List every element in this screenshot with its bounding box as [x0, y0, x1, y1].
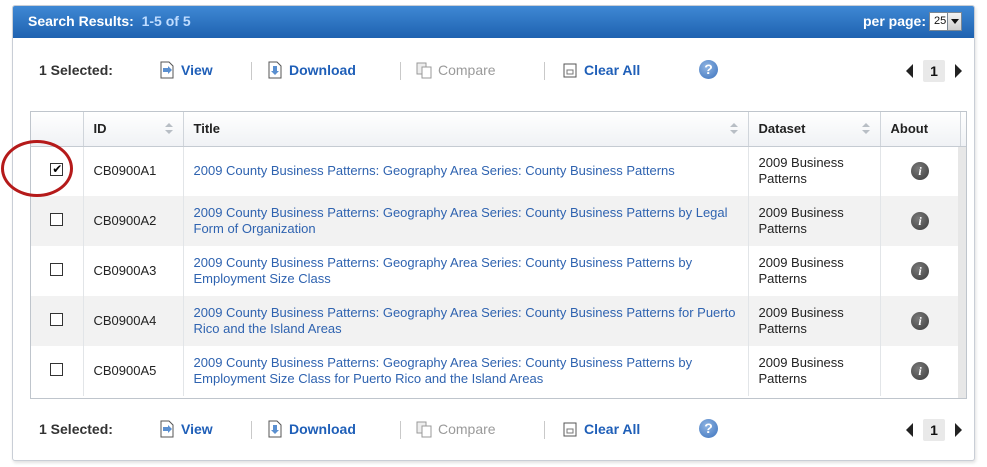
- table-row: CB0900A5 2009 County Business Patterns: …: [31, 346, 966, 396]
- pagination: 1: [906, 419, 962, 441]
- next-page-icon[interactable]: [955, 423, 962, 437]
- clear-all-button[interactable]: Clear All: [562, 58, 640, 82]
- toolbar-divider: [544, 421, 545, 439]
- previous-page-icon[interactable]: [906, 423, 913, 437]
- toolbar-bottom: 1 Selected: View Download Compare Clear …: [13, 411, 974, 447]
- download-label: Download: [289, 62, 356, 78]
- clear-all-label: Clear All: [584, 62, 641, 78]
- info-icon[interactable]: i: [911, 262, 929, 280]
- selected-count: 1 Selected:: [39, 421, 113, 437]
- view-button[interactable]: View: [159, 58, 213, 82]
- column-header-dataset[interactable]: Dataset: [748, 112, 881, 147]
- download-label: Download: [289, 421, 356, 437]
- table-header-row: ID Title Dataset About: [31, 112, 966, 147]
- results-table: ID Title Dataset About CB0900A1 2009 Cou…: [30, 111, 967, 399]
- info-icon[interactable]: i: [911, 162, 929, 181]
- title-header-label: Title: [193, 121, 221, 137]
- current-page[interactable]: 1: [923, 419, 945, 441]
- compare-button[interactable]: Compare: [416, 58, 496, 82]
- sort-icon[interactable]: [861, 123, 870, 135]
- row-checkbox[interactable]: [50, 312, 64, 326]
- dataset-header-label: Dataset: [758, 121, 806, 137]
- row-id: CB0900A2: [83, 196, 184, 246]
- view-icon: [159, 61, 175, 79]
- pagination: 1: [906, 60, 962, 82]
- row-id: CB0900A4: [83, 296, 184, 346]
- clear-all-label: Clear All: [584, 421, 641, 437]
- row-dataset: 2009 Business Patterns: [748, 196, 881, 246]
- dropdown-arrow-icon[interactable]: [947, 13, 961, 30]
- row-id: CB0900A3: [83, 246, 184, 296]
- toolbar-divider: [544, 62, 545, 80]
- row-checkbox[interactable]: [50, 212, 64, 226]
- row-title-link[interactable]: 2009 County Business Patterns: Geography…: [194, 205, 728, 236]
- per-page-value: 25: [934, 15, 947, 27]
- toolbar-divider: [400, 421, 401, 439]
- sort-icon[interactable]: [164, 123, 173, 135]
- compare-icon: [416, 420, 432, 438]
- help-icon[interactable]: ?: [699, 60, 718, 79]
- compare-label: Compare: [438, 421, 496, 437]
- row-checkbox[interactable]: [50, 262, 64, 276]
- about-header-label: About: [890, 121, 929, 137]
- compare-icon: [416, 61, 432, 79]
- view-button[interactable]: View: [159, 417, 213, 441]
- row-dataset: 2009 Business Patterns: [748, 146, 881, 196]
- download-icon: [267, 420, 283, 438]
- highlight-circle-annotation: [1, 140, 73, 197]
- search-results-panel: Search Results: 1-5 of 5 per page: 25 1 …: [12, 5, 975, 461]
- row-title-link[interactable]: 2009 County Business Patterns: Geography…: [194, 163, 675, 178]
- row-title-link[interactable]: 2009 County Business Patterns: Geography…: [194, 305, 736, 336]
- current-page[interactable]: 1: [923, 60, 945, 82]
- row-dataset: 2009 Business Patterns: [748, 296, 881, 346]
- row-title-link[interactable]: 2009 County Business Patterns: Geography…: [194, 255, 693, 286]
- results-title: Search Results: 1-5 of 5: [28, 13, 191, 29]
- row-title-link[interactable]: 2009 County Business Patterns: Geography…: [194, 355, 693, 386]
- column-header-title[interactable]: Title: [183, 112, 749, 147]
- row-checkbox[interactable]: [50, 362, 64, 376]
- compare-label: Compare: [438, 62, 496, 78]
- results-header: Search Results: 1-5 of 5 per page: 25: [13, 6, 974, 38]
- vertical-scrollbar[interactable]: [958, 147, 966, 398]
- clear-all-button[interactable]: Clear All: [562, 417, 640, 441]
- row-dataset: 2009 Business Patterns: [748, 346, 881, 396]
- selected-count: 1 Selected:: [39, 62, 113, 78]
- help-icon[interactable]: ?: [699, 419, 718, 438]
- clear-all-icon: [562, 420, 578, 438]
- row-dataset: 2009 Business Patterns: [748, 246, 881, 296]
- info-icon[interactable]: i: [911, 362, 929, 380]
- table-row: CB0900A4 2009 County Business Patterns: …: [31, 296, 966, 346]
- table-row: CB0900A1 2009 County Business Patterns: …: [31, 146, 966, 196]
- download-button[interactable]: Download: [267, 417, 356, 441]
- results-title-label: Search Results:: [28, 13, 134, 29]
- clear-all-icon: [562, 61, 578, 79]
- previous-page-icon[interactable]: [906, 64, 913, 78]
- per-page-select[interactable]: 25: [929, 12, 962, 31]
- column-header-id[interactable]: ID: [83, 112, 184, 147]
- column-header-about: About: [880, 112, 961, 147]
- toolbar-top: 1 Selected: View Download Compare Clear …: [13, 52, 974, 88]
- download-icon: [267, 61, 283, 79]
- compare-button[interactable]: Compare: [416, 417, 496, 441]
- info-icon[interactable]: i: [911, 212, 929, 230]
- toolbar-divider: [251, 421, 252, 439]
- toolbar-divider: [251, 62, 252, 80]
- table-row: CB0900A2 2009 County Business Patterns: …: [31, 196, 966, 246]
- sort-icon[interactable]: [729, 123, 738, 135]
- next-page-icon[interactable]: [955, 64, 962, 78]
- toolbar-divider: [400, 62, 401, 80]
- id-header-label: ID: [93, 121, 107, 137]
- results-count: 1-5 of 5: [141, 13, 191, 29]
- row-id: CB0900A5: [83, 346, 184, 396]
- view-label: View: [181, 62, 213, 78]
- view-label: View: [181, 421, 213, 437]
- row-id: CB0900A1: [83, 146, 184, 196]
- info-icon[interactable]: i: [911, 312, 929, 330]
- table-row: CB0900A3 2009 County Business Patterns: …: [31, 246, 966, 296]
- view-icon: [159, 420, 175, 438]
- scrollbar-header: [960, 112, 966, 147]
- download-button[interactable]: Download: [267, 58, 356, 82]
- per-page-label: per page:: [862, 13, 926, 29]
